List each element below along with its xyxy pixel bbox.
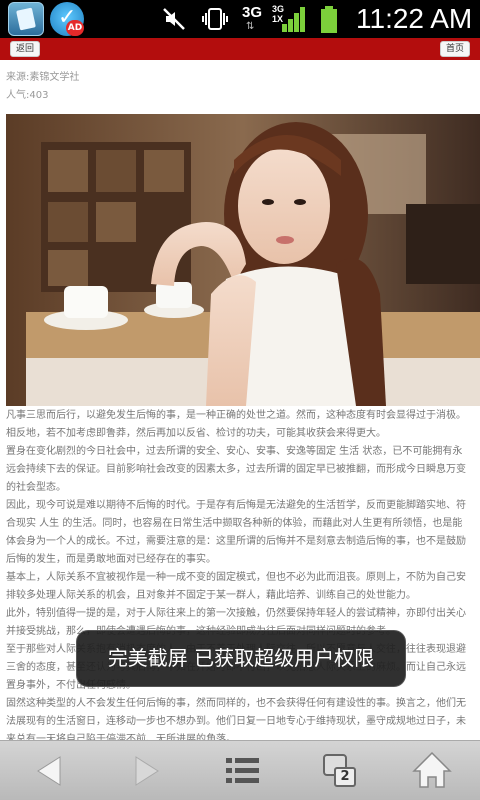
status-time: 11:22 AM	[356, 3, 473, 34]
app-icon[interactable]	[8, 2, 44, 36]
forward-arrow-icon	[135, 756, 159, 786]
forward-nav-button[interactable]	[116, 741, 176, 800]
mute-icon	[163, 8, 185, 30]
tab-count-badge: 2	[334, 767, 356, 787]
article-source: 来源:素锦文学社	[6, 72, 80, 83]
photo-illustration	[6, 114, 480, 406]
back-nav-button[interactable]	[18, 741, 78, 800]
top-nav-bar: 返回 首页	[0, 38, 480, 60]
battery-icon	[321, 6, 337, 33]
article-paragraph: 基本上，人际关系不宜被视作是一种一成不变的固定模式，但也不必为此而沮丧。原则上，…	[6, 572, 466, 601]
article-paragraph: 因此，现今可说是难以期待不后悔的时代。于是存有后悔是无法避免的生活哲学，反而更能…	[6, 500, 466, 565]
signal-network-label: 3G 1X	[272, 4, 285, 24]
article-paragraph: 凡事三思而后行，以避免发生后悔的事，是一种正确的处世之道。然而，这种态度有时会显…	[6, 410, 466, 439]
home-icon	[412, 751, 452, 788]
menu-icon	[226, 758, 259, 783]
menu-button[interactable]	[212, 741, 272, 800]
article-paragraph: 置身在变化剧烈的今日社会中，过去所谓的安全、安心、安事、安逸等固定 生活 状态，…	[6, 446, 466, 493]
ad-badge: AD	[66, 20, 84, 36]
article-views: 人气:403	[6, 90, 49, 101]
data-arrows-icon: ⇅	[246, 21, 257, 32]
article-photo	[6, 114, 480, 406]
article-body: 凡事三思而后行，以避免发生后悔的事，是一种正确的处世之道。然而，这种态度有时会显…	[6, 407, 470, 749]
back-button[interactable]: 返回	[10, 41, 41, 57]
bottom-nav-bar: 2	[0, 740, 480, 800]
status-bar: AD 3G ⇅ 3G 1X 11:22 AM	[0, 0, 480, 38]
screenshot-toast: 完美截屏 已获取超级用户权限	[76, 630, 406, 687]
network-3g-label: 3G	[242, 4, 263, 21]
back-arrow-icon	[37, 756, 61, 786]
home-button[interactable]: 首页	[439, 41, 470, 57]
vibrate-icon	[202, 8, 228, 30]
home-nav-button[interactable]	[402, 741, 462, 800]
tabs-button[interactable]: 2	[306, 741, 366, 800]
